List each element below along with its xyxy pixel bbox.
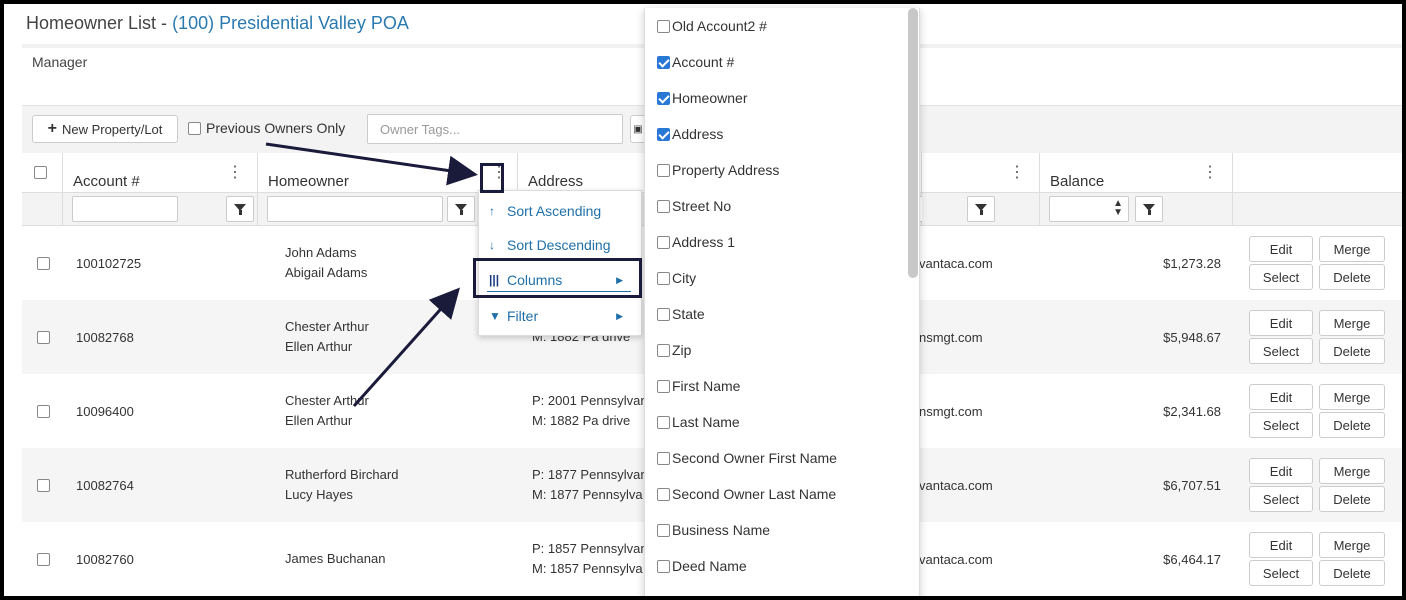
arrow-to-kebab [265, 142, 478, 186]
app-frame: Homeowner List - (100) Presidential Vall… [0, 0, 1406, 600]
arrow-to-columns [352, 287, 461, 408]
toolbar-right-button[interactable] [1402, 115, 1406, 143]
annotation-arrows [265, 142, 478, 408]
